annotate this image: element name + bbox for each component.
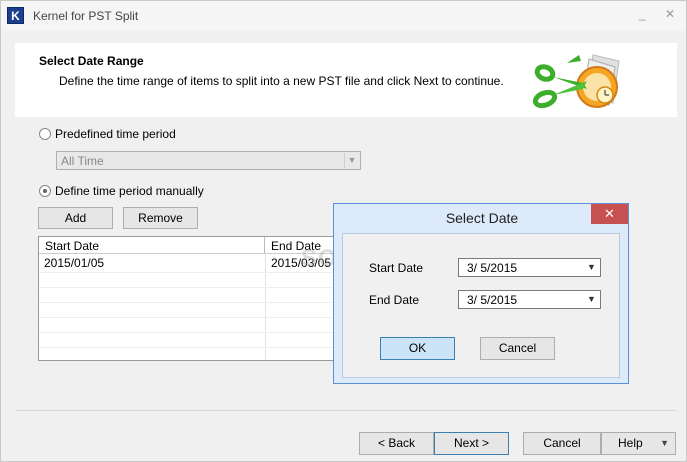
help-button-label: Help — [618, 436, 643, 450]
row-divider — [39, 302, 337, 303]
dialog-body: Start Date 3/ 5/2015 ▼ End Date 3/ 5/201… — [342, 233, 620, 378]
title-bar[interactable]: K Kernel for PST Split _ ✕ — [1, 1, 686, 31]
column-header-start-date[interactable]: Start Date — [39, 237, 265, 254]
back-button[interactable]: < Back — [359, 432, 434, 455]
minimize-button[interactable]: _ — [639, 7, 646, 21]
row-divider — [39, 347, 337, 348]
chevron-down-icon[interactable]: ▼ — [584, 292, 599, 307]
help-button[interactable]: Help ▼ — [601, 432, 676, 455]
dialog-title: Select Date — [445, 210, 519, 226]
date-range-table[interactable]: Start Date End Date 2015/01/05 2015/03/0… — [38, 236, 338, 361]
start-date-label: Start Date — [369, 261, 424, 275]
row-divider — [39, 332, 337, 333]
window-title: Kernel for PST Split — [33, 9, 139, 23]
start-date-picker[interactable]: 3/ 5/2015 ▼ — [458, 258, 601, 277]
end-date-value: 3/ 5/2015 — [467, 293, 518, 307]
add-button[interactable]: Add — [38, 207, 113, 229]
predefined-period-label[interactable]: Predefined time period — [55, 127, 176, 141]
page-title: Select Date Range — [39, 54, 144, 68]
column-divider — [265, 254, 266, 360]
chevron-down-icon[interactable]: ▼ — [584, 260, 599, 275]
kernel-app-icon[interactable]: K — [7, 7, 24, 24]
dialog-close-button[interactable]: ✕ — [591, 204, 628, 224]
row-divider — [39, 317, 337, 318]
predefined-period-radio[interactable] — [39, 128, 51, 140]
predefined-period-select[interactable]: All Time ▼ — [56, 151, 361, 170]
chevron-down-icon[interactable]: ▼ — [660, 433, 669, 454]
dialog-cancel-button[interactable]: Cancel — [480, 337, 555, 360]
manual-period-label[interactable]: Define time period manually — [55, 184, 204, 198]
select-date-dialog: Select Date ✕ Start Date 3/ 5/2015 ▼ End… — [333, 203, 629, 384]
start-date-value: 3/ 5/2015 — [467, 261, 518, 275]
manual-period-radio[interactable] — [39, 185, 51, 197]
scissors-envelope-clock-icon — [532, 54, 620, 109]
close-window-button[interactable]: ✕ — [665, 7, 675, 21]
predefined-period-value: All Time — [61, 154, 104, 168]
row-divider — [39, 272, 337, 273]
table-cell-start-date[interactable]: 2015/01/05 — [44, 256, 104, 270]
chevron-down-icon[interactable]: ▼ — [344, 153, 359, 168]
header-panel: Select Date Range Define the time range … — [15, 43, 677, 117]
next-button[interactable]: Next > — [434, 432, 509, 455]
cancel-button[interactable]: Cancel — [523, 432, 601, 455]
remove-button[interactable]: Remove — [123, 207, 198, 229]
footer-divider — [15, 410, 677, 411]
end-date-label: End Date — [369, 293, 420, 307]
row-divider — [39, 287, 337, 288]
ok-button[interactable]: OK — [380, 337, 455, 360]
page-description: Define the time range of items to split … — [59, 74, 504, 88]
end-date-picker[interactable]: 3/ 5/2015 ▼ — [458, 290, 601, 309]
